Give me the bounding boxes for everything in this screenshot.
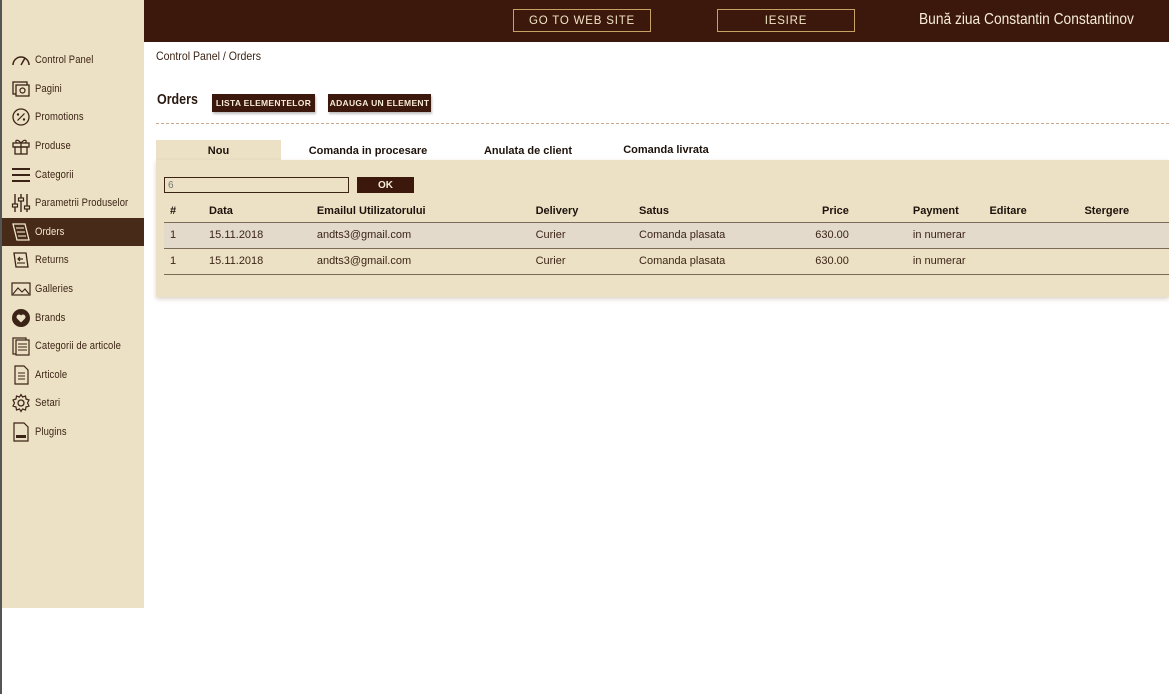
orders-icon [10,221,31,243]
cell-price: 630.00 [767,248,865,275]
tab-anulata-de-client[interactable]: Anulata de client [470,140,586,161]
cell-edit[interactable] [989,221,1085,249]
column-header-delivery: Delivery [535,204,579,217]
column-header-payment: Payment [912,204,959,217]
sidebar-item-categorii-de-articole[interactable]: Categorii de articole [2,332,144,361]
sidebar-item-orders[interactable]: Orders [2,217,144,247]
table-header-row: # Data Emailul Utilizatorului Delivery S… [164,200,1169,222]
table-row[interactable]: 1 15.11.2018 andts3@gmail.com Curier Com… [164,221,1169,249]
cell-email: andts3@gmail.com [312,221,536,249]
cell-payment: in numerar [864,248,990,275]
sidebar-item-label: Setari [35,397,61,410]
cell-date: 15.11.2018 [203,248,313,275]
sidebar-item-articole[interactable]: Articole [2,361,144,390]
sliders-icon [10,192,31,214]
cell-number: 1 [164,248,204,275]
sidebar-item-categorii[interactable]: Categorii [2,160,144,189]
ok-button[interactable]: OK [357,177,414,193]
sidebar-item-parametrii-produselor[interactable]: Parametrii Produselor [2,189,144,218]
section-divider [156,123,1169,124]
column-header-delete: Stergere [1084,204,1130,217]
cell-status: Comanda plasata [639,248,768,275]
sidebar-item-produse[interactable]: Produse [2,132,144,161]
sidebar-item-setari[interactable]: Setari [2,389,144,418]
sidebar-item-label: Categorii de articole [35,340,121,353]
breadcrumb: Control Panel / Orders [156,49,262,63]
tab-comanda-livrata[interactable]: Comanda livrata [612,139,720,160]
sidebar-item-label: Control Panel [35,54,94,67]
sidebar-item-label: Plugins [35,426,67,439]
article-icon [10,364,31,386]
cell-delete[interactable] [1084,248,1169,275]
cell-price: 630.00 [767,221,865,249]
sidebar-item-label: Pagini [35,82,62,95]
sidebar-item-label: Categorii [35,168,74,181]
top-header: GO TO WEB SITE IESIRE Bună ziua Constant… [144,0,1169,42]
returns-icon [10,249,31,271]
sidebar-item-label: Orders [35,225,65,238]
cell-email: andts3@gmail.com [312,248,536,275]
dashboard-icon [10,49,31,71]
sidebar-item-label: Articole [35,368,68,381]
cell-status: Comanda plasata [639,221,768,249]
logout-button[interactable]: IESIRE [717,9,855,32]
sidebar-item-label: Brands [35,311,66,324]
tab-nou[interactable]: Nou [156,140,281,161]
column-header-status: Satus [639,204,669,217]
user-greeting: Bună ziua Constantin Constantinov [919,11,1134,28]
sidebar-item-label: Produse [35,140,71,153]
cell-date: 15.11.2018 [203,221,313,249]
menu-icon [10,164,31,186]
plugin-file-icon [10,421,31,443]
gallery-icon [10,278,31,300]
sidebar-item-plugins[interactable]: Plugins [2,418,144,447]
filter-input[interactable] [164,177,349,193]
gear-icon [10,392,31,414]
sidebar-item-promotions[interactable]: Promotions [2,103,144,132]
sidebar-item-label: Promotions [35,111,84,124]
column-header-price: Price [821,204,849,217]
sidebar-item-returns[interactable]: Returns [2,246,144,275]
column-header-number: # [170,204,177,217]
sidebar-item-brands[interactable]: Brands [2,303,144,332]
orders-panel: OK # Data Emailul Utilizatorului Deliver… [156,160,1169,297]
cell-delivery: Curier [535,248,640,275]
orders-table: # Data Emailul Utilizatorului Delivery S… [164,200,1169,275]
go-to-website-button[interactable]: GO TO WEB SITE [513,9,651,32]
pages-icon [10,78,31,100]
sidebar-item-label: Galleries [35,283,74,296]
brand-heart-icon [10,307,31,329]
sidebar-item-pagini[interactable]: Pagini [2,75,144,104]
sidebar-item-galleries[interactable]: Galleries [2,275,144,304]
tab-comanda-in-procesare[interactable]: Comanda in procesare [300,140,436,161]
gift-icon [10,135,31,157]
column-header-edit: Editare [989,204,1027,217]
page-title: Orders [157,92,198,108]
article-categories-icon [10,335,31,357]
percent-icon [10,106,31,128]
sidebar: Control Panel Pagini Promotions Produse … [2,0,144,608]
cell-delivery: Curier [535,221,640,249]
cell-edit[interactable] [989,248,1085,275]
add-element-button[interactable]: ADAUGA UN ELEMENT [328,94,431,112]
column-header-email: Emailul Utilizatorului [316,204,426,217]
cell-payment: in numerar [864,221,990,249]
column-header-date: Data [209,204,233,217]
table-row[interactable]: 1 15.11.2018 andts3@gmail.com Curier Com… [164,248,1169,275]
sidebar-item-label: Parametrii Produselor [35,197,129,210]
cell-delete[interactable] [1084,221,1169,249]
cell-number: 1 [164,221,204,249]
sidebar-nav-list: Control Panel Pagini Promotions Produse … [2,46,144,446]
sidebar-item-control-panel[interactable]: Control Panel [2,46,144,75]
list-elements-button[interactable]: LISTA ELEMENTELOR [212,94,315,112]
sidebar-item-label: Returns [35,254,69,267]
